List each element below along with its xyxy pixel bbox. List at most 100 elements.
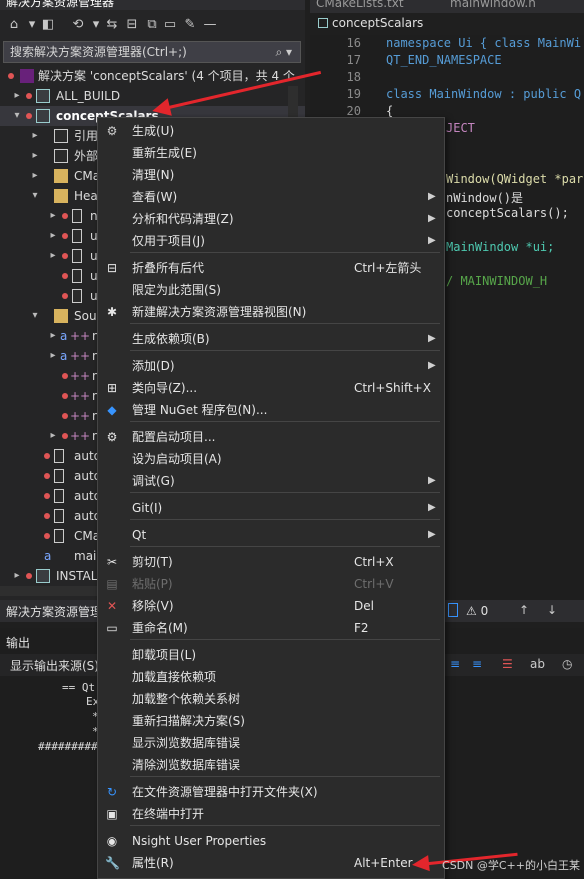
tree-row-cmake[interactable]: ▸ CMa [0,166,100,186]
warning-icon: ⚠ [466,604,477,618]
tree-row-file[interactable]: ++ n [0,386,100,406]
menu-item[interactable]: ⚙ 生成(U) [98,120,444,142]
tree-row-file[interactable]: auto [0,466,101,486]
expander-icon[interactable]: ▾ [12,106,22,126]
menu-item[interactable]: ↻ 在文件资源管理器中打开文件夹(X) [98,781,444,803]
word-wrap-icon[interactable]: ab [530,657,545,671]
home-icon[interactable]: ⌂ [6,17,22,33]
tree-row-file[interactable]: u [0,286,100,306]
history-icon[interactable]: ⟲ [70,17,86,33]
show-all-files-icon[interactable]: ⧉ [144,17,160,33]
expander-icon[interactable]: ▸ [48,206,58,226]
menu-item[interactable]: 清除浏览数据库错误 [98,754,444,776]
wrench-icon[interactable]: ✎ [182,17,198,33]
expander-icon[interactable]: ▸ [30,166,40,186]
menu-item[interactable]: 加载整个依赖关系树 [98,688,444,710]
menu-item[interactable]: 显示浏览数据库错误 [98,732,444,754]
tree-row-file[interactable]: auto [0,446,101,466]
tree-row-file[interactable]: ▸ u [0,246,100,266]
tree-row-file[interactable]: a mai [0,546,100,566]
expander-icon[interactable]: ▸ [30,146,40,166]
arrow-down-icon[interactable]: ↓ [547,603,557,617]
expander-icon[interactable]: ▸ [12,566,22,586]
tree-row-file[interactable]: ++ n [0,406,100,426]
expander-icon[interactable]: ▸ [48,246,58,266]
sync-icon[interactable]: ⇆ [104,17,120,33]
tree-row-file[interactable]: u [0,266,100,286]
search-icon[interactable]: ⌕ ▾ [275,42,292,62]
tree-row-file[interactable]: ▸ n [0,206,100,226]
chevron-down-icon[interactable]: ▾ [24,17,40,33]
expander-icon[interactable]: ▸ [48,426,58,446]
menu-item[interactable]: ◆ 管理 NuGet 程序包(N)... [98,399,444,421]
menu-item[interactable]: ✂ 剪切(T) Ctrl+X [98,551,444,573]
menu-item[interactable]: 加载直接依赖项 [98,666,444,688]
collapse-all-icon[interactable]: ⊟ [124,17,140,33]
menu-item-label: 类向导(Z)... [132,381,198,395]
tree-row-file[interactable]: ▸ u [0,226,100,246]
menu-item[interactable]: 查看(W) ▶ [98,186,444,208]
tree-row-file[interactable]: ▸ a ++ n [0,346,100,366]
clear-all-icon[interactable]: ☰ [502,657,513,671]
tree-row-references[interactable]: ▸ 引用 [0,126,100,146]
tree-row-file[interactable]: auto [0,486,101,506]
menu-item[interactable]: 调试(G) ▶ [98,470,444,492]
menu-item[interactable]: ⊟ 折叠所有后代 Ctrl+左箭头 [98,257,444,279]
clock-icon[interactable]: ◷ [562,657,572,671]
tree-row-install[interactable]: ▸ INSTAL [0,566,100,586]
error-badge-icon [8,73,14,79]
menu-item[interactable]: ✕ 移除(V) Del [98,595,444,617]
menu-item[interactable]: Git(I) ▶ [98,497,444,519]
menu-item[interactable]: 卸载项目(L) [98,644,444,666]
menu-item[interactable]: 生成依赖项(B) ▶ [98,328,444,350]
tab-solution-explorer[interactable]: 解决方案资源管理 [6,603,102,620]
menu-item[interactable]: 设为启动项目(A) [98,448,444,470]
expander-icon[interactable]: ▸ [48,346,58,366]
menu-item[interactable]: 分析和代码清理(Z) ▶ [98,208,444,230]
tree-row-file[interactable]: CMa [0,526,100,546]
tree-row-solution[interactable]: 解决方案 'conceptScalars' (4 个项目，共 4 个 [0,66,305,86]
tree-row-source[interactable]: ▾ Sou [0,306,100,326]
code-line: class MainWindow : public Q [386,87,582,101]
tree-row-external[interactable]: ▸ 外部 [0,146,100,166]
menu-item[interactable]: 添加(D) ▶ [98,355,444,377]
chevron-down-icon[interactable]: ▾ [88,17,104,33]
menu-item[interactable]: 重新生成(E) [98,142,444,164]
align-icon[interactable]: ≡ [450,657,460,671]
preview-icon[interactable]: ▭ [162,17,178,33]
expander-icon[interactable]: ▸ [30,126,40,146]
expander-icon[interactable]: ▸ [48,326,58,346]
menu-item[interactable]: ▣ 在终端中打开 [98,803,444,825]
expander-icon[interactable]: ▾ [30,306,40,326]
menu-item[interactable]: ⊞ 类向导(Z)... Ctrl+Shift+X [98,377,444,399]
solution-explorer-search[interactable]: 搜索解决方案资源管理器(Ctrl+;) ⌕ ▾ [3,41,301,63]
menu-item[interactable]: 清理(N) [98,164,444,186]
menu-item-label: 设为启动项目(A) [132,452,222,466]
tree-row-file[interactable]: auto [0,506,101,526]
expander-icon[interactable]: ▸ [48,226,58,246]
menu-item-shortcut: Ctrl+左箭头 [354,261,422,275]
tree-row-file[interactable]: ▸ ++ n [0,426,100,446]
pin-icon[interactable]: — [202,17,218,33]
menu-item[interactable]: 限定为此范围(S) [98,279,444,301]
tree-row-file[interactable]: ++ n [0,366,100,386]
vs-icon[interactable]: ◧ [40,17,56,33]
menu-item[interactable]: ▭ 重命名(M) F2 [98,617,444,639]
menu-item[interactable]: Qt ▶ [98,524,444,546]
tab-mainwindow[interactable]: mainwindow.h [450,0,536,10]
tab-cmakelists[interactable]: CMakeLists.txt [316,0,404,10]
menu-item[interactable]: ✱ 新建解决方案资源管理器视图(N) [98,301,444,323]
expander-icon[interactable]: ▾ [30,186,40,206]
tree-row-file[interactable]: ▸ a ++ n [0,326,100,346]
tree-row-header[interactable]: ▾ Hea [0,186,100,206]
align-icon[interactable]: ≡ [472,657,482,671]
menu-item[interactable]: 仅用于项目(J) ▶ [98,230,444,252]
menu-item[interactable]: 重新扫描解决方案(S) [98,710,444,732]
menu-item[interactable]: 🔧 属性(R) Alt+Enter [98,852,444,874]
expander-icon[interactable]: ▸ [12,86,22,106]
menu-item[interactable]: ⚙ 配置启动项目... [98,426,444,448]
arrow-up-icon[interactable]: ↑ [519,603,529,617]
menu-item[interactable]: ◉ Nsight User Properties [98,830,444,852]
project-scope-label[interactable]: conceptScalars [332,16,423,30]
menu-item[interactable]: ▤ 粘贴(P) Ctrl+V [98,573,444,595]
